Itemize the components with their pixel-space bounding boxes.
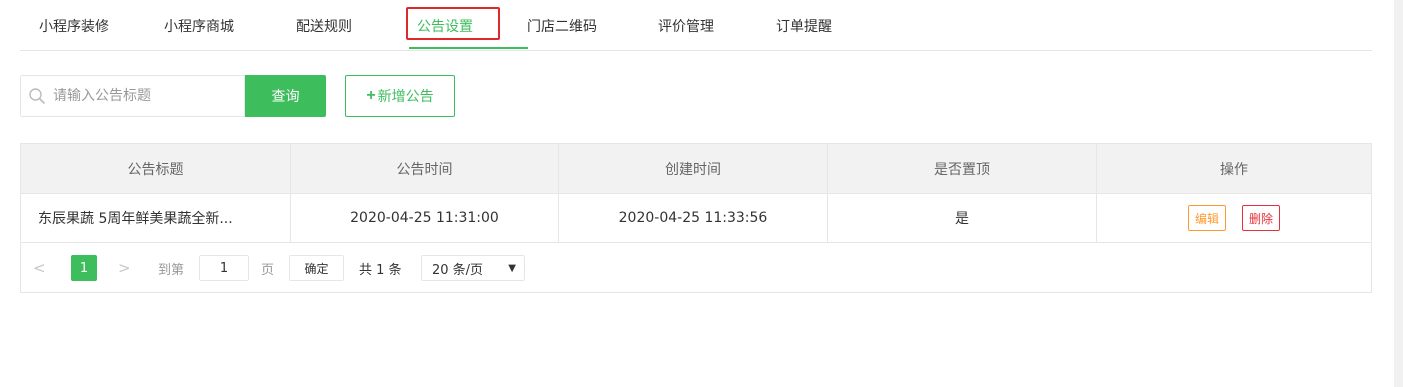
announcement-table: 公告标题 公告时间 创建时间 是否置顶 操作 东辰果蔬 5周年鲜美果蔬全新...… bbox=[20, 143, 1372, 293]
page-unit-label: 页 bbox=[261, 262, 275, 278]
header-notice-time: 公告时间 bbox=[291, 144, 559, 193]
delete-button[interactable]: 删除 bbox=[1242, 205, 1281, 231]
header-actions: 操作 bbox=[1220, 161, 1248, 178]
table-row: 东辰果蔬 5周年鲜美果蔬全新... 2020-04-25 11:31:00 20… bbox=[21, 194, 1371, 243]
row-pinned: 是 bbox=[828, 194, 1097, 242]
row-title-cell: 东辰果蔬 5周年鲜美果蔬全新... bbox=[21, 194, 291, 242]
goto-label: 到第 bbox=[158, 262, 185, 278]
search-box bbox=[20, 75, 245, 117]
add-announcement-label: 新增公告 bbox=[377, 88, 434, 104]
header-pinned: 是否置顶 bbox=[828, 144, 1097, 193]
table-header: 公告标题 公告时间 创建时间 是否置顶 操作 bbox=[21, 144, 1371, 194]
highlight-box bbox=[406, 7, 500, 40]
active-tab-indicator bbox=[409, 47, 528, 49]
tab-store-qrcode[interactable]: 门店二维码 bbox=[527, 16, 597, 36]
plus-icon: + bbox=[366, 87, 376, 104]
total-count: 共 1 条 bbox=[359, 262, 402, 278]
tab-mini-program-decor[interactable]: 小程序装修 bbox=[39, 16, 109, 36]
row-actions: 编辑 删除 bbox=[1097, 194, 1371, 242]
next-page-icon[interactable]: > bbox=[118, 255, 131, 281]
header-created-time: 创建时间 bbox=[559, 144, 828, 193]
edit-button[interactable]: 编辑 bbox=[1187, 205, 1226, 231]
row-created-time: 2020-04-25 11:33:56 bbox=[559, 194, 828, 242]
page-size-select[interactable]: 20 条/页 ▼ bbox=[421, 255, 525, 281]
header-title: 公告标题 bbox=[21, 144, 291, 193]
search-input[interactable] bbox=[53, 76, 238, 116]
tab-review-management[interactable]: 评价管理 bbox=[658, 16, 714, 36]
search-icon bbox=[29, 88, 45, 104]
tab-mini-program-mall[interactable]: 小程序商城 bbox=[164, 16, 234, 36]
add-announcement-button[interactable]: + 新增公告 bbox=[345, 75, 455, 117]
pagination: < 1 > 到第 1 页 确定 共 1 条 20 条/页 ▼ bbox=[21, 243, 1371, 292]
caret-down-icon: ▼ bbox=[508, 262, 516, 274]
prev-page-icon[interactable]: < bbox=[33, 255, 46, 281]
row-title: 东辰果蔬 5周年鲜美果蔬全新... bbox=[38, 211, 233, 227]
page-size-value: 20 条/页 bbox=[432, 262, 484, 278]
scrollbar-track[interactable] bbox=[1394, 0, 1403, 387]
query-button[interactable]: 查询 bbox=[245, 75, 326, 117]
current-page[interactable]: 1 bbox=[71, 255, 97, 281]
tab-delivery-rules[interactable]: 配送规则 bbox=[296, 16, 352, 36]
tab-bar: 小程序装修 小程序商城 配送规则 公告设置 门店二维码 评价管理 订单提醒 bbox=[20, 0, 1372, 51]
goto-page-input[interactable]: 1 bbox=[199, 255, 249, 281]
row-notice-time: 2020-04-25 11:31:00 bbox=[291, 194, 559, 242]
tab-order-reminder[interactable]: 订单提醒 bbox=[776, 16, 832, 36]
goto-confirm-button[interactable]: 确定 bbox=[289, 255, 344, 281]
